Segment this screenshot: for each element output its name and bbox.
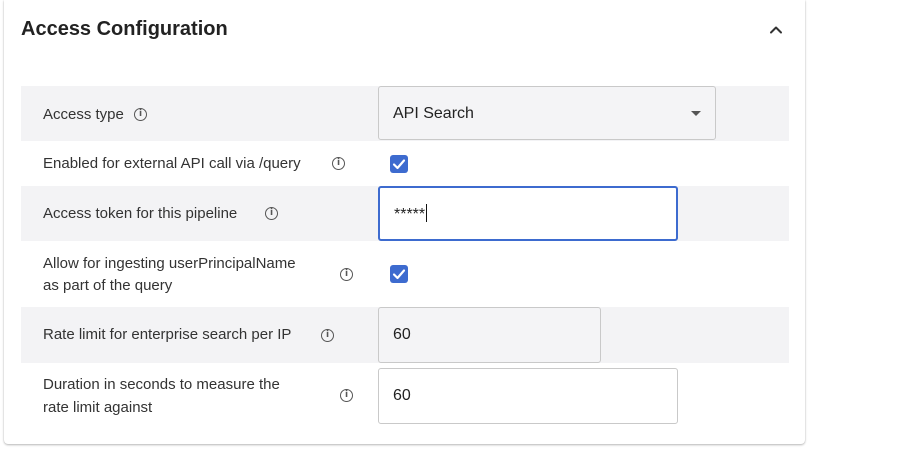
info-icon[interactable]: i xyxy=(321,329,334,342)
access-type-value: API Search xyxy=(393,105,474,122)
chevron-up-icon[interactable] xyxy=(766,20,786,40)
access-token-label: Access token for this pipeline xyxy=(43,205,238,222)
user-principal-checkbox[interactable] xyxy=(390,265,408,283)
dropdown-caret-icon xyxy=(691,111,701,116)
rate-limit-value: 60 xyxy=(393,326,411,343)
info-icon[interactable]: i xyxy=(332,157,345,170)
external-api-label: Enabled for external API call via /query xyxy=(43,155,301,172)
external-api-row: Enabled for external API call via /query… xyxy=(21,141,789,186)
checkmark-icon xyxy=(392,269,406,280)
access-configuration-card: Access Configuration Access type i API S… xyxy=(4,0,805,444)
duration-row: Duration in seconds to measure the rate … xyxy=(21,363,789,429)
user-principal-label-line2: as part of the query xyxy=(43,277,173,294)
duration-label-line1: Duration in seconds to measure the xyxy=(43,376,280,393)
rate-limit-input[interactable]: 60 xyxy=(378,307,601,363)
info-icon[interactable]: i xyxy=(265,207,278,220)
access-token-row: Access token for this pipeline i ***** xyxy=(21,186,789,241)
info-icon[interactable]: i xyxy=(340,268,353,281)
access-type-label: Access type xyxy=(43,106,124,123)
access-type-select[interactable]: API Search xyxy=(378,86,716,140)
user-principal-label-line1: Allow for ingesting userPrincipalName xyxy=(43,255,296,272)
info-icon[interactable]: i xyxy=(340,389,353,402)
user-principal-row: Allow for ingesting userPrincipalName as… xyxy=(21,241,789,307)
rate-limit-row: Rate limit for enterprise search per IP … xyxy=(21,307,789,363)
duration-value: 60 xyxy=(393,387,411,404)
duration-label-line2: rate limit against xyxy=(43,399,153,416)
access-token-input[interactable]: ***** xyxy=(378,186,678,241)
info-icon[interactable]: i xyxy=(134,108,147,121)
access-type-row: Access type i API Search xyxy=(21,86,789,141)
duration-input[interactable]: 60 xyxy=(378,368,678,424)
checkmark-icon xyxy=(392,159,406,170)
rate-limit-label: Rate limit for enterprise search per IP xyxy=(43,326,292,343)
text-cursor xyxy=(426,204,428,222)
access-token-value: ***** xyxy=(394,206,426,223)
section-title: Access Configuration xyxy=(21,18,228,40)
external-api-checkbox[interactable] xyxy=(390,155,408,173)
